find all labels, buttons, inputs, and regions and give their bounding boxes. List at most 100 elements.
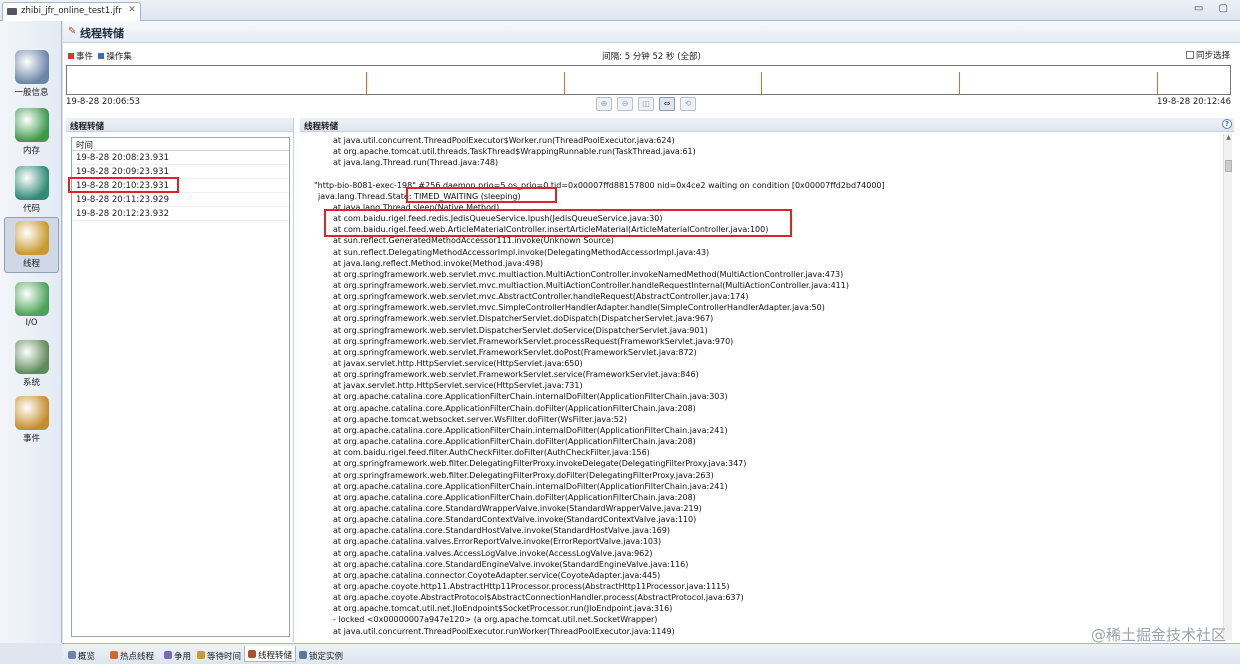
- window-buttons[interactable]: ▭ ▢: [1194, 3, 1234, 14]
- dump-time-row[interactable]: 19-8-28 20:12:23.932: [72, 207, 289, 221]
- scroll-up-icon[interactable]: ▲: [1224, 134, 1233, 143]
- stack-line: at org.springframework.web.servlet.Dispa…: [333, 325, 708, 335]
- bottom-tab-bar: 概览 热点线程 争用 等待时间 线程转储 锁定实例: [62, 643, 1240, 664]
- timeline-range-selector[interactable]: [66, 65, 1231, 95]
- timeline-marker: [366, 72, 367, 94]
- sidebar-item-label: I/O: [25, 318, 38, 328]
- sidebar-item-2[interactable]: 内存: [4, 105, 59, 161]
- bottom-tab-label: 锁定实例: [309, 652, 344, 662]
- chart-monitor-icon: [14, 50, 49, 84]
- bottom-tab-2[interactable]: 热点线程: [106, 646, 158, 662]
- stack-line: at org.apache.catalina.core.ApplicationF…: [333, 403, 696, 413]
- bottom-tab-label: 线程转储: [258, 651, 293, 661]
- dump-time-row[interactable]: 19-8-28 20:11:23.929: [72, 193, 289, 207]
- event-folder-icon: [14, 396, 49, 430]
- stack-line: at org.springframework.web.servlet.Frame…: [333, 370, 699, 380]
- range-label: 间隔: 5 分钟 52 秒 (全部): [602, 52, 701, 62]
- bottom-tab-3[interactable]: 争用: [160, 646, 195, 662]
- bottom-tab-label: 争用: [174, 652, 192, 662]
- stack-line: at org.apache.catalina.connector.CoyoteA…: [333, 570, 661, 580]
- memory-chip-icon: [14, 108, 49, 142]
- file-tab[interactable]: zhibi_jfr_online_test1.jfr ✕: [2, 2, 141, 21]
- stack-trace-title: 线程转储: [300, 118, 1234, 132]
- sidebar-item-3[interactable]: 代码: [4, 163, 59, 219]
- sync-label: 同步选择: [1195, 51, 1230, 61]
- close-icon[interactable]: ✕: [128, 5, 136, 15]
- timeline-marker: [761, 72, 762, 94]
- stack-line: at org.apache.catalina.core.ApplicationF…: [333, 437, 696, 447]
- stack-line: at org.apache.catalina.core.StandardCont…: [333, 515, 697, 525]
- time-column-header[interactable]: 时间: [72, 138, 289, 151]
- sidebar-item-label: 系统: [22, 378, 40, 388]
- contention-icon: [164, 651, 172, 659]
- stack-line: at org.springframework.web.servlet.mvc.m…: [333, 269, 844, 279]
- stack-line: at org.springframework.web.filter.Delega…: [333, 459, 747, 469]
- bottom-tab-6[interactable]: 锁定实例: [295, 646, 347, 662]
- zoom-selection-button[interactable]: ◫: [638, 97, 654, 111]
- stack-line: at org.apache.catalina.core.StandardHost…: [333, 526, 670, 536]
- sidebar-item-label: 事件: [22, 434, 40, 444]
- timeline-marker: [1157, 72, 1158, 94]
- stack-line: at org.apache.coyote.AbstractProtocol$Ab…: [333, 593, 744, 603]
- zoom-in-button[interactable]: ⊕: [596, 97, 612, 111]
- stack-line: at org.springframework.web.servlet.Frame…: [333, 336, 734, 346]
- overview-icon: [68, 651, 76, 659]
- lock-instances-icon: [299, 651, 307, 659]
- stack-line: at java.util.concurrent.ThreadPoolExecut…: [333, 136, 675, 145]
- code-java-icon: [14, 166, 49, 200]
- stack-line: at org.apache.catalina.core.StandardEngi…: [333, 559, 689, 569]
- bottom-tab-label: 概览: [78, 652, 96, 662]
- stack-line: at org.apache.tomcat.util.threads.TaskTh…: [333, 147, 696, 157]
- io-disk-icon: [14, 282, 49, 316]
- stack-line: at sun.reflect.GeneratedMethodAccessor11…: [333, 236, 614, 246]
- checkbox-box[interactable]: [1185, 51, 1194, 59]
- thread-gears-icon: [14, 221, 49, 255]
- hot-threads-icon: [110, 651, 118, 659]
- stack-line: at org.springframework.web.servlet.Frame…: [333, 347, 697, 357]
- stack-line: at org.apache.catalina.core.ApplicationF…: [333, 481, 728, 491]
- sidebar-item-5[interactable]: I/O: [4, 279, 59, 335]
- sidebar: 一般信息内存 代码 线程 I/O 系统事件: [0, 21, 62, 643]
- stack-line: at org.apache.tomcat.websocket.server.Ws…: [333, 414, 628, 424]
- sidebar-item-7[interactable]: 事件: [4, 393, 59, 449]
- stack-line: at java.lang.Thread.run(Thread.java:748): [333, 158, 499, 168]
- stack-line: at javax.servlet.http.HttpServlet.servic…: [333, 381, 583, 391]
- stack-line: at org.apache.coyote.http11.AbstractHttp…: [333, 582, 730, 591]
- stack-line: at java.lang.reflect.Method.invoke(Metho…: [333, 258, 544, 268]
- stack-line: at org.springframework.web.servlet.Dispa…: [333, 314, 714, 324]
- bottom-tab-4[interactable]: 等待时间: [193, 646, 245, 662]
- file-tab-label: zhibi_jfr_online_test1.jfr: [21, 6, 122, 16]
- zoom-out-button[interactable]: ⊖: [617, 97, 633, 111]
- highlight-thread-state: [406, 187, 557, 203]
- timeline-marker: [564, 72, 565, 94]
- timeline-end: 19-8-28 20:12:46: [1156, 97, 1231, 107]
- editor-tab-bar: zhibi_jfr_online_test1.jfr ✕ ▭ ▢: [0, 0, 1240, 21]
- dump-list-title: 线程转储: [66, 118, 293, 132]
- dump-time-table: 时间 19-8-28 20:08:23.931 19-8-28 20:09:23.…: [71, 137, 290, 637]
- sidebar-item-4[interactable]: 线程: [4, 217, 59, 273]
- page-title: 线程转储: [80, 27, 124, 40]
- sidebar-item-6[interactable]: 系统: [4, 337, 59, 393]
- dump-list-panel: 线程转储 时间 19-8-28 20:08:23.931 19-8-28 20:0…: [66, 118, 294, 642]
- stack-line: at org.apache.tomcat.util.net.JIoEndpoin…: [333, 604, 673, 614]
- system-monitor-icon: [14, 340, 49, 374]
- scrollbar-thumb[interactable]: [1225, 160, 1232, 172]
- bottom-tab-5[interactable]: 线程转储: [244, 646, 297, 662]
- help-icon[interactable]: ?: [1222, 119, 1232, 129]
- highlight-selected-dump: [68, 177, 179, 193]
- timeline-start: 19-8-28 20:06:53: [66, 97, 141, 107]
- sidebar-item-label: 一般信息: [14, 88, 49, 98]
- bottom-tab-1[interactable]: 概览: [64, 646, 99, 662]
- dump-time-row[interactable]: 19-8-28 20:08:23.931: [72, 151, 289, 165]
- sync-selection-checkbox[interactable]: 同步选择: [1185, 49, 1230, 61]
- sidebar-item-1[interactable]: 一般信息: [4, 47, 59, 103]
- vertical-scrollbar[interactable]: ▲: [1223, 134, 1232, 640]
- sync-time-button[interactable]: ⟲: [680, 97, 696, 111]
- latency-icon: [197, 651, 205, 659]
- bottom-tab-label: 等待时间: [207, 652, 242, 662]
- stack-line: at org.springframework.web.filter.Delega…: [333, 470, 714, 480]
- show-all-button[interactable]: ⇔: [659, 97, 675, 111]
- stack-line: at org.apache.catalina.core.StandardWrap…: [333, 503, 702, 513]
- highlight-stack-frames: [324, 209, 792, 237]
- stack-line: at sun.reflect.DelegatingMethodAccessorI…: [333, 247, 710, 257]
